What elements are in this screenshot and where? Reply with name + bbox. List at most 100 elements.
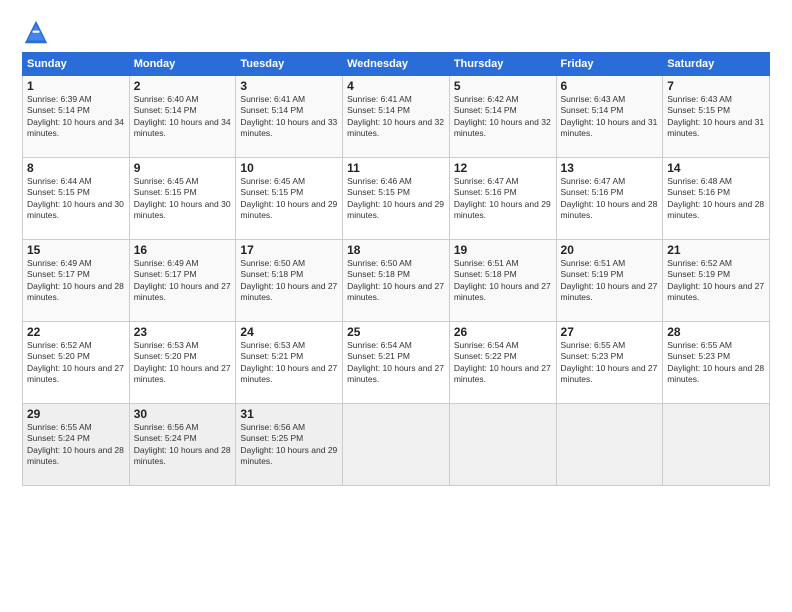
- day-info: Sunrise: 6:55 AMSunset: 5:23 PMDaylight:…: [561, 340, 658, 384]
- calendar-cell: 19 Sunrise: 6:51 AMSunset: 5:18 PMDaylig…: [449, 240, 556, 322]
- day-number: 30: [134, 407, 232, 421]
- day-info: Sunrise: 6:56 AMSunset: 5:25 PMDaylight:…: [240, 422, 337, 466]
- calendar-cell: 22 Sunrise: 6:52 AMSunset: 5:20 PMDaylig…: [23, 322, 130, 404]
- weekday-sunday: Sunday: [23, 53, 130, 76]
- day-number: 16: [134, 243, 232, 257]
- calendar-cell: 12 Sunrise: 6:47 AMSunset: 5:16 PMDaylig…: [449, 158, 556, 240]
- day-number: 24: [240, 325, 338, 339]
- day-number: 19: [454, 243, 552, 257]
- calendar-cell: 8 Sunrise: 6:44 AMSunset: 5:15 PMDayligh…: [23, 158, 130, 240]
- day-number: 7: [667, 79, 765, 93]
- weekday-tuesday: Tuesday: [236, 53, 343, 76]
- weekday-wednesday: Wednesday: [343, 53, 450, 76]
- weekday-friday: Friday: [556, 53, 663, 76]
- day-number: 1: [27, 79, 125, 93]
- calendar-cell: [343, 404, 450, 486]
- day-number: 21: [667, 243, 765, 257]
- calendar-cell: 2 Sunrise: 6:40 AMSunset: 5:14 PMDayligh…: [129, 76, 236, 158]
- day-info: Sunrise: 6:41 AMSunset: 5:14 PMDaylight:…: [240, 94, 337, 138]
- calendar-cell: 6 Sunrise: 6:43 AMSunset: 5:14 PMDayligh…: [556, 76, 663, 158]
- day-info: Sunrise: 6:41 AMSunset: 5:14 PMDaylight:…: [347, 94, 444, 138]
- calendar-cell: 24 Sunrise: 6:53 AMSunset: 5:21 PMDaylig…: [236, 322, 343, 404]
- calendar-cell: 3 Sunrise: 6:41 AMSunset: 5:14 PMDayligh…: [236, 76, 343, 158]
- calendar-cell: [556, 404, 663, 486]
- weekday-header-row: SundayMondayTuesdayWednesdayThursdayFrid…: [23, 53, 770, 76]
- day-number: 26: [454, 325, 552, 339]
- calendar-cell: 15 Sunrise: 6:49 AMSunset: 5:17 PMDaylig…: [23, 240, 130, 322]
- calendar-page: SundayMondayTuesdayWednesdayThursdayFrid…: [0, 0, 792, 612]
- day-info: Sunrise: 6:55 AMSunset: 5:24 PMDaylight:…: [27, 422, 124, 466]
- calendar-cell: 11 Sunrise: 6:46 AMSunset: 5:15 PMDaylig…: [343, 158, 450, 240]
- day-number: 17: [240, 243, 338, 257]
- calendar-cell: 1 Sunrise: 6:39 AMSunset: 5:14 PMDayligh…: [23, 76, 130, 158]
- day-number: 2: [134, 79, 232, 93]
- day-info: Sunrise: 6:53 AMSunset: 5:21 PMDaylight:…: [240, 340, 337, 384]
- week-row-1: 1 Sunrise: 6:39 AMSunset: 5:14 PMDayligh…: [23, 76, 770, 158]
- day-info: Sunrise: 6:43 AMSunset: 5:14 PMDaylight:…: [561, 94, 658, 138]
- day-number: 28: [667, 325, 765, 339]
- header: [22, 18, 770, 46]
- day-number: 23: [134, 325, 232, 339]
- calendar-table: SundayMondayTuesdayWednesdayThursdayFrid…: [22, 52, 770, 486]
- weekday-saturday: Saturday: [663, 53, 770, 76]
- week-row-3: 15 Sunrise: 6:49 AMSunset: 5:17 PMDaylig…: [23, 240, 770, 322]
- day-info: Sunrise: 6:56 AMSunset: 5:24 PMDaylight:…: [134, 422, 231, 466]
- day-info: Sunrise: 6:42 AMSunset: 5:14 PMDaylight:…: [454, 94, 551, 138]
- day-info: Sunrise: 6:44 AMSunset: 5:15 PMDaylight:…: [27, 176, 124, 220]
- day-number: 31: [240, 407, 338, 421]
- calendar-cell: 5 Sunrise: 6:42 AMSunset: 5:14 PMDayligh…: [449, 76, 556, 158]
- day-info: Sunrise: 6:40 AMSunset: 5:14 PMDaylight:…: [134, 94, 231, 138]
- calendar-cell: 17 Sunrise: 6:50 AMSunset: 5:18 PMDaylig…: [236, 240, 343, 322]
- day-info: Sunrise: 6:49 AMSunset: 5:17 PMDaylight:…: [27, 258, 124, 302]
- day-info: Sunrise: 6:39 AMSunset: 5:14 PMDaylight:…: [27, 94, 124, 138]
- calendar-cell: 26 Sunrise: 6:54 AMSunset: 5:22 PMDaylig…: [449, 322, 556, 404]
- day-info: Sunrise: 6:52 AMSunset: 5:19 PMDaylight:…: [667, 258, 764, 302]
- day-number: 20: [561, 243, 659, 257]
- day-info: Sunrise: 6:51 AMSunset: 5:18 PMDaylight:…: [454, 258, 551, 302]
- day-number: 15: [27, 243, 125, 257]
- day-number: 14: [667, 161, 765, 175]
- calendar-cell: 21 Sunrise: 6:52 AMSunset: 5:19 PMDaylig…: [663, 240, 770, 322]
- calendar-cell: 31 Sunrise: 6:56 AMSunset: 5:25 PMDaylig…: [236, 404, 343, 486]
- day-info: Sunrise: 6:54 AMSunset: 5:22 PMDaylight:…: [454, 340, 551, 384]
- day-number: 29: [27, 407, 125, 421]
- day-number: 11: [347, 161, 445, 175]
- day-info: Sunrise: 6:47 AMSunset: 5:16 PMDaylight:…: [561, 176, 658, 220]
- calendar-cell: 10 Sunrise: 6:45 AMSunset: 5:15 PMDaylig…: [236, 158, 343, 240]
- day-number: 25: [347, 325, 445, 339]
- calendar-cell: 23 Sunrise: 6:53 AMSunset: 5:20 PMDaylig…: [129, 322, 236, 404]
- day-info: Sunrise: 6:47 AMSunset: 5:16 PMDaylight:…: [454, 176, 551, 220]
- calendar-cell: 7 Sunrise: 6:43 AMSunset: 5:15 PMDayligh…: [663, 76, 770, 158]
- calendar-cell: 20 Sunrise: 6:51 AMSunset: 5:19 PMDaylig…: [556, 240, 663, 322]
- day-info: Sunrise: 6:52 AMSunset: 5:20 PMDaylight:…: [27, 340, 124, 384]
- weekday-monday: Monday: [129, 53, 236, 76]
- day-info: Sunrise: 6:50 AMSunset: 5:18 PMDaylight:…: [240, 258, 337, 302]
- calendar-cell: 30 Sunrise: 6:56 AMSunset: 5:24 PMDaylig…: [129, 404, 236, 486]
- day-number: 27: [561, 325, 659, 339]
- calendar-cell: 27 Sunrise: 6:55 AMSunset: 5:23 PMDaylig…: [556, 322, 663, 404]
- calendar-cell: 14 Sunrise: 6:48 AMSunset: 5:16 PMDaylig…: [663, 158, 770, 240]
- week-row-2: 8 Sunrise: 6:44 AMSunset: 5:15 PMDayligh…: [23, 158, 770, 240]
- calendar-cell: 13 Sunrise: 6:47 AMSunset: 5:16 PMDaylig…: [556, 158, 663, 240]
- calendar-cell: [449, 404, 556, 486]
- day-number: 8: [27, 161, 125, 175]
- calendar-cell: 28 Sunrise: 6:55 AMSunset: 5:23 PMDaylig…: [663, 322, 770, 404]
- day-number: 5: [454, 79, 552, 93]
- day-info: Sunrise: 6:53 AMSunset: 5:20 PMDaylight:…: [134, 340, 231, 384]
- calendar-cell: 4 Sunrise: 6:41 AMSunset: 5:14 PMDayligh…: [343, 76, 450, 158]
- day-number: 12: [454, 161, 552, 175]
- day-info: Sunrise: 6:45 AMSunset: 5:15 PMDaylight:…: [134, 176, 231, 220]
- day-number: 10: [240, 161, 338, 175]
- day-info: Sunrise: 6:50 AMSunset: 5:18 PMDaylight:…: [347, 258, 444, 302]
- day-number: 6: [561, 79, 659, 93]
- day-info: Sunrise: 6:48 AMSunset: 5:16 PMDaylight:…: [667, 176, 764, 220]
- day-number: 18: [347, 243, 445, 257]
- day-info: Sunrise: 6:51 AMSunset: 5:19 PMDaylight:…: [561, 258, 658, 302]
- week-row-4: 22 Sunrise: 6:52 AMSunset: 5:20 PMDaylig…: [23, 322, 770, 404]
- day-info: Sunrise: 6:46 AMSunset: 5:15 PMDaylight:…: [347, 176, 444, 220]
- day-number: 4: [347, 79, 445, 93]
- weekday-thursday: Thursday: [449, 53, 556, 76]
- week-row-5: 29 Sunrise: 6:55 AMSunset: 5:24 PMDaylig…: [23, 404, 770, 486]
- calendar-cell: 9 Sunrise: 6:45 AMSunset: 5:15 PMDayligh…: [129, 158, 236, 240]
- day-number: 22: [27, 325, 125, 339]
